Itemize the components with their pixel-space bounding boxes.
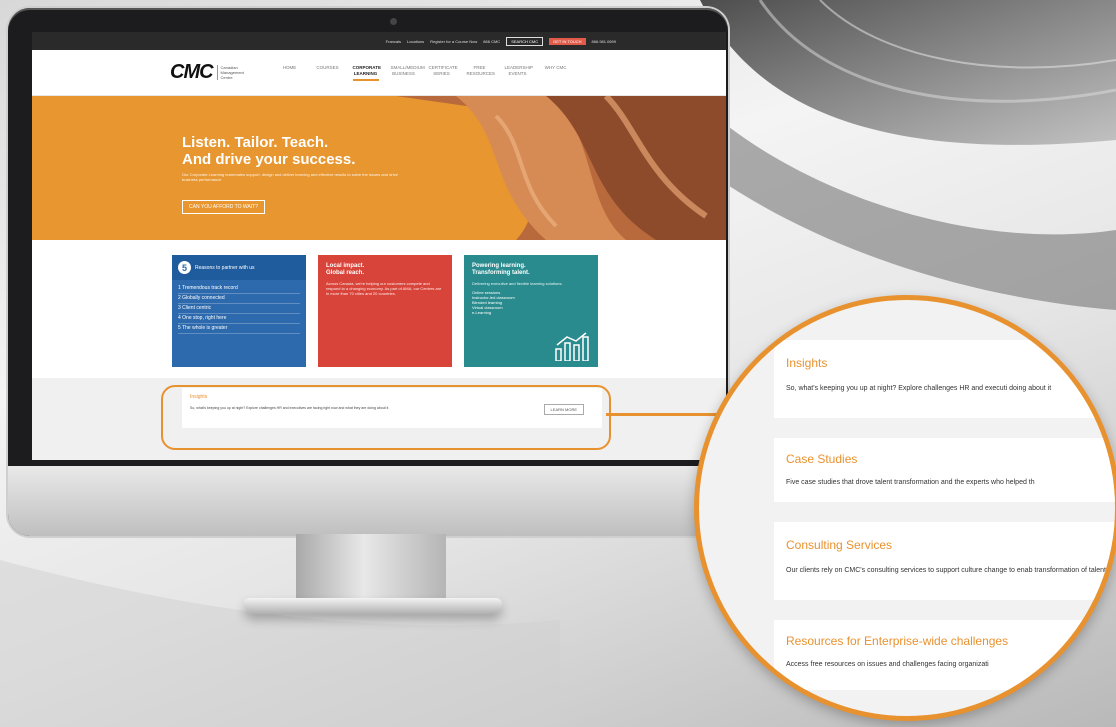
nav-why-cmc[interactable]: WHY CMC — [543, 65, 569, 81]
nav-courses[interactable]: COURSES — [315, 65, 341, 81]
feature-cards: 5 Reasons to partner with us 1 Tremendou… — [32, 240, 726, 367]
search-button[interactable]: SEARCH CMC — [506, 36, 544, 46]
topbar-link-register[interactable]: Register for a Course Now — [430, 39, 477, 44]
number-badge: 5 — [178, 261, 191, 274]
logo[interactable]: CMC Canadian Management Centre — [170, 61, 249, 84]
topbar-link-866cmc[interactable]: 866 CMC — [483, 39, 500, 44]
card-reasons[interactable]: 5 Reasons to partner with us 1 Tremendou… — [172, 255, 306, 367]
topbar-link-locations[interactable]: Locations — [407, 39, 424, 44]
growth-chart-icon — [555, 332, 589, 361]
list-item: 1 Tremendous track record — [178, 284, 300, 294]
nav-free-resources[interactable]: FREE RESOURCES — [467, 65, 496, 81]
hero-subtitle: Our Corporate Learning teammates support… — [182, 172, 398, 182]
main-nav: CMC Canadian Management Centre HOME COUR… — [32, 50, 726, 96]
callout-title: Case Studies — [786, 452, 858, 466]
callout-connector — [606, 413, 718, 416]
logo-mark: CMC — [170, 61, 214, 83]
list-item: 4 One stop, right here — [178, 314, 300, 324]
card-list: Online sessions Instructor-led classroom… — [464, 288, 598, 317]
topbar-link-francais[interactable]: Francais — [386, 39, 401, 44]
card-body: Delivering executive and flexible learni… — [472, 281, 563, 286]
card-heading: Reasons to partner with us — [195, 264, 255, 271]
callout-card-case-studies[interactable]: Case Studies Five case studies that drov… — [774, 438, 1115, 502]
monitor-chin — [8, 466, 728, 536]
monitor-base — [244, 598, 502, 614]
phone-number: 866.981.0699 — [591, 38, 616, 44]
card-powering-learning[interactable]: Powering learning. Transforming talent. … — [464, 255, 598, 367]
hero-cta-button[interactable]: CAN YOU AFFORD TO WAIT? — [182, 200, 265, 214]
nav-small-medium-business[interactable]: SMALL/MEDIUM BUSINESS — [391, 65, 425, 81]
callout-card-consulting[interactable]: Consulting Services Our clients rely on … — [774, 522, 1115, 600]
nav-certificate-series[interactable]: CERTIFICATE SERIES — [429, 65, 458, 81]
callout-desc: Our clients rely on CMC's consulting ser… — [786, 567, 1106, 574]
callout-card-insights[interactable]: Insights So, what's keeping you up at ni… — [774, 340, 1115, 418]
card-body: Across Canada, we're helping our custome… — [326, 281, 442, 296]
nav-home[interactable]: HOME — [277, 65, 303, 81]
nav-leadership-events[interactable]: LEADERSHIP EVENTS — [505, 65, 534, 81]
list-item: e-Learning — [472, 310, 492, 315]
nav-corporate-learning[interactable]: CORPORATE LEARNING — [352, 65, 381, 81]
list-item: 3 Client centric — [178, 304, 300, 314]
logo-subtitle: Canadian Management Centre — [216, 65, 249, 80]
callout-desc: So, what's keeping you up at night? Expl… — [786, 385, 1052, 392]
card-local-impact[interactable]: Local impact. Global reach. Across Canad… — [318, 255, 452, 367]
hero-title: Listen. Tailor. Teach. And drive your su… — [182, 134, 356, 168]
list-item: 5 The whole is greater — [178, 324, 300, 334]
card-title: Local impact. Global reach. — [326, 263, 365, 276]
utility-bar: Francais Locations Register for a Course… — [32, 32, 726, 50]
highlight-outline — [161, 385, 611, 450]
get-in-touch-button[interactable]: GET IN TOUCH — [549, 37, 586, 45]
list-item: 2 Globally connected — [178, 294, 300, 304]
callout-title: Consulting Services — [786, 538, 893, 552]
hero-banner: Listen. Tailor. Teach. And drive your su… — [32, 96, 726, 240]
magnifier-callout: Insights So, what's keeping you up at ni… — [694, 295, 1116, 721]
callout-desc: Access free resources on issues and chal… — [786, 661, 989, 668]
callout-card-resources[interactable]: Resources for Enterprise-wide challenges… — [774, 620, 1115, 690]
callout-title: Insights — [786, 356, 828, 370]
card-title: Powering learning. Transforming talent. — [472, 263, 530, 276]
callout-desc: Five case studies that drove talent tran… — [786, 479, 1035, 486]
camera-dot — [390, 18, 397, 25]
monitor-stand — [296, 534, 446, 604]
callout-title: Resources for Enterprise-wide challenges — [786, 634, 1009, 648]
canyon-image — [396, 96, 726, 240]
